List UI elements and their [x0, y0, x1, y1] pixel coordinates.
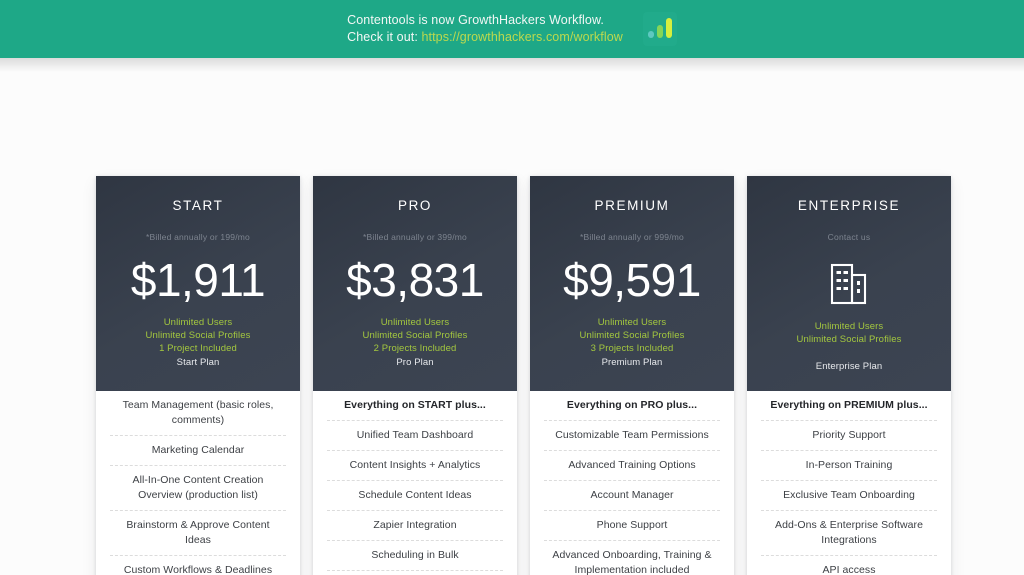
banner-line-2: Check it out: https://growthhackers.com/…	[347, 29, 623, 46]
pricing-card-feature-list: Everything on PREMIUM plus... Priority Su…	[747, 391, 951, 575]
plan-price: $1,911	[130, 254, 266, 306]
pricing-card[interactable]: PRO *Billed annually or 399/mo $3,831 Unlim…	[313, 176, 517, 575]
plan-price: $3,831	[346, 254, 484, 306]
plan-name: START	[172, 198, 224, 213]
feature-row: Unified Team Dashboard	[327, 421, 503, 451]
plan-highlight: 2 Projects Included	[373, 343, 457, 354]
banner-content: Contentools is now GrowthHackers Workflo…	[347, 12, 677, 46]
feature-list-heading: Everything on PREMIUM plus...	[761, 391, 937, 421]
feature-row: Add-Ons & Enterprise Software Integratio…	[761, 511, 937, 556]
feature-row: Custom Workflows & Deadlines	[110, 556, 286, 575]
pricing-card-feature-list: Everything on PRO plus... Customizable Te…	[530, 391, 734, 575]
banner-line-2-prefix: Check it out:	[347, 30, 422, 44]
pricing-card-feature-list: Team Management (basic roles, comments) M…	[96, 391, 300, 575]
plan-billing-note: *Billed annually or 399/mo	[363, 232, 467, 242]
feature-row: Scheduling in Bulk	[327, 541, 503, 571]
plan-highlight: Unlimited Users	[597, 317, 667, 328]
pricing-card-header: ENTERPRISE Contact us Unlimited Users Unlim…	[747, 176, 951, 391]
pricing-card-feature-list: Everything on START plus... Unified Team …	[313, 391, 517, 575]
feature-row: Content Insights + Analytics	[327, 451, 503, 481]
plan-highlight: 1 Project Included	[159, 343, 237, 354]
feature-row: Priority Support	[761, 421, 937, 451]
plan-billing-note: *Billed annually or 999/mo	[580, 232, 684, 242]
logo-bar-1	[647, 31, 654, 38]
pricing-card-header: PRO *Billed annually or 399/mo $3,831 Unlim…	[313, 176, 517, 391]
feature-row: Advanced Training Options	[544, 451, 720, 481]
workflow-link[interactable]: https://growthhackers.com/workflow	[421, 30, 622, 44]
plan-highlight: Unlimited Social Profiles	[579, 330, 685, 341]
logo-bar-2	[656, 25, 663, 38]
feature-row: Advanced Onboarding, Training & Implemen…	[544, 541, 720, 575]
feature-row: SEO Check-list	[327, 571, 503, 575]
plan-highlights: Unlimited Users Unlimited Social Profiles…	[323, 316, 507, 369]
plan-highlight: Unlimited Users	[163, 317, 233, 328]
plan-highlights: Unlimited Users Unlimited Social Profiles…	[757, 320, 941, 373]
plan-highlight: 3 Projects Included	[590, 343, 674, 354]
feature-row: In-Person Training	[761, 451, 937, 481]
feature-list-heading: Everything on START plus...	[327, 391, 503, 421]
feature-row: Phone Support	[544, 511, 720, 541]
office-building-icon	[757, 256, 941, 312]
feature-row: API access	[761, 556, 937, 575]
feature-row: Team Management (basic roles, comments)	[110, 391, 286, 436]
feature-row: Zapier Integration	[327, 511, 503, 541]
announcement-banner: Contentools is now GrowthHackers Workflo…	[0, 0, 1024, 58]
plan-label: Pro Plan	[396, 357, 434, 368]
plan-name: PREMIUM	[594, 198, 670, 213]
plan-label: Start Plan	[176, 357, 220, 368]
pricing-card[interactable]: PREMIUM *Billed annually or 999/mo $9,591 U…	[530, 176, 734, 575]
pricing-page: START *Billed annually or 199/mo $1,911 Unl…	[0, 58, 1024, 575]
plan-label: Enterprise Plan	[815, 361, 883, 372]
feature-row: Marketing Calendar	[110, 436, 286, 466]
banner-text: Contentools is now GrowthHackers Workflo…	[347, 12, 623, 46]
feature-row: Schedule Content Ideas	[327, 481, 503, 511]
plan-label: Premium Plan	[601, 357, 663, 368]
pricing-card[interactable]: ENTERPRISE Contact us Unlimited Users Unlim…	[747, 176, 951, 575]
feature-row: Exclusive Team Onboarding	[761, 481, 937, 511]
banner-shadow	[0, 58, 1024, 72]
plan-highlight: Unlimited Social Profiles	[796, 334, 902, 345]
logo-bar-3	[665, 18, 672, 38]
feature-row: All-In-One Content Creation Overview (pr…	[110, 466, 286, 511]
plan-billing-note: Contact us	[827, 232, 871, 242]
pricing-card-header: PREMIUM *Billed annually or 999/mo $9,591 U…	[530, 176, 734, 391]
plan-highlights: Unlimited Users Unlimited Social Profiles…	[106, 316, 290, 369]
feature-row: Account Manager	[544, 481, 720, 511]
plan-highlight: Unlimited Users	[380, 317, 450, 328]
pricing-cards-container: START *Billed annually or 199/mo $1,911 Unl…	[0, 176, 1024, 575]
pricing-card[interactable]: START *Billed annually or 199/mo $1,911 Unl…	[96, 176, 300, 575]
pricing-card-header: START *Billed annually or 199/mo $1,911 Unl…	[96, 176, 300, 391]
plan-price: $9,591	[563, 254, 701, 306]
feature-row: Customizable Team Permissions	[544, 421, 720, 451]
banner-line-1: Contentools is now GrowthHackers Workflo…	[347, 13, 604, 27]
plan-highlight: Unlimited Users	[814, 321, 884, 332]
plan-highlight: Unlimited Social Profiles	[145, 330, 251, 341]
plan-billing-note: *Billed annually or 199/mo	[146, 232, 250, 242]
feature-list-heading: Everything on PRO plus...	[544, 391, 720, 421]
plan-name: PRO	[397, 198, 433, 213]
bar-chart-logo-icon[interactable]	[642, 12, 677, 46]
plan-highlight: Unlimited Social Profiles	[362, 330, 468, 341]
plan-name: ENTERPRISE	[797, 198, 901, 213]
plan-highlights: Unlimited Users Unlimited Social Profiles…	[540, 316, 724, 369]
feature-row: Brainstorm & Approve Content Ideas	[110, 511, 286, 556]
